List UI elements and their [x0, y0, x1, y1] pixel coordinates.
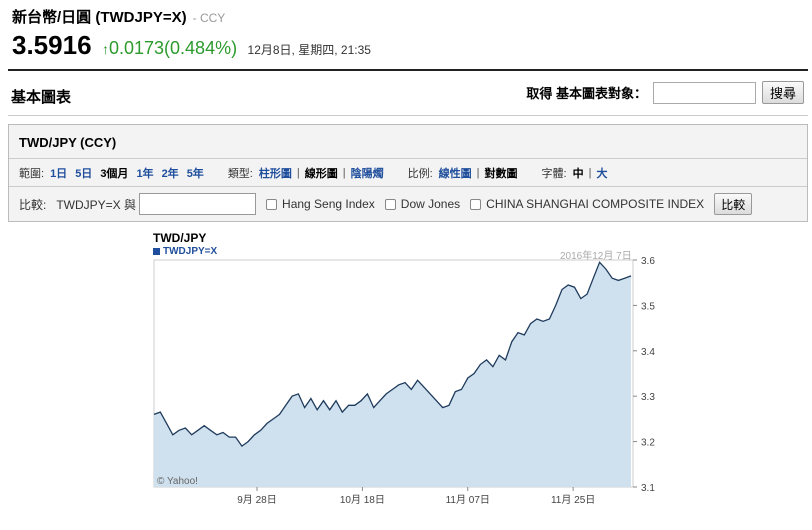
y-tick-label: 3.3	[641, 392, 655, 403]
quote-change: ↑0.0173(0.484%)	[102, 38, 237, 59]
range-option-2y[interactable]: 2年	[162, 165, 179, 181]
font-label: 字體:	[541, 167, 567, 180]
section-divider	[8, 115, 808, 116]
quote-price-row: 3.5916 ↑0.0173(0.484%) 12月8日, 星期四, 21:35	[12, 30, 371, 61]
section-title: 基本圖表	[11, 88, 72, 106]
quote-title: 新台幣/日圓 (TWDJPY=X) - CCY	[12, 6, 802, 27]
checkbox-icon[interactable]	[384, 198, 396, 210]
range-option-1d[interactable]: 1日	[50, 165, 67, 181]
type-option-line[interactable]: 線形圖	[305, 165, 338, 181]
range-label: 範圍:	[19, 167, 45, 180]
checkbox-icon[interactable]	[266, 198, 278, 210]
compare-shanghai-label: CHINA SHANGHAI COMPOSITE INDEX	[486, 197, 705, 211]
compare-dow-jones-label: Dow Jones	[400, 197, 461, 211]
scale-option-log[interactable]: 對數圖	[485, 165, 518, 181]
range-option-1y[interactable]: 1年	[136, 165, 153, 181]
options-row: 範圍: 1日 5日 3個月 1年 2年 5年 類型: 柱形圖 | 線形圖 | 陰陽燭…	[9, 159, 807, 187]
compare-hang-seng-label: Hang Seng Index	[282, 197, 375, 211]
checkbox-icon[interactable]	[470, 198, 482, 210]
search-label: 取得 基本圖表對象：	[526, 86, 647, 101]
chart-options-panel: TWD/JPY (CCY) 範圍: 1日 5日 3個月 1年 2年 5年 類型:…	[8, 124, 808, 222]
chart-canvas: 3.6 3.5 3.4 3.3 3.2 3.1 9月 28日 10月 18日 11月 07日 11…	[153, 256, 655, 506]
font-option-medium[interactable]: 中	[573, 165, 584, 181]
x-tick-label: 9月 28日	[237, 494, 276, 506]
legend-label: TWDJPY=X	[163, 246, 218, 257]
range-option-5y[interactable]: 5年	[187, 165, 204, 181]
y-tick-label: 3.4	[641, 347, 655, 358]
quote-price: 3.5916	[12, 30, 92, 60]
compare-hang-seng[interactable]: Hang Seng Index	[266, 197, 375, 211]
compare-label: 比較:	[19, 197, 47, 212]
compare-row: 比較: TWDJPY=X 與 Hang Seng Index Dow Jones…	[9, 187, 807, 221]
x-tick-label: 11月 07日	[446, 494, 490, 506]
type-option-bar[interactable]: 柱形圖	[259, 165, 292, 181]
header-divider	[8, 69, 808, 71]
scale-option-linear[interactable]: 線性圖	[439, 165, 472, 181]
range-option-3m[interactable]: 3個月	[100, 165, 128, 181]
quote-exchange: - CCY	[192, 11, 226, 25]
type-option-candle[interactable]: 陰陽燭	[351, 165, 384, 181]
compare-dow-jones[interactable]: Dow Jones	[384, 197, 461, 211]
panel-title: TWD/JPY (CCY)	[9, 125, 807, 159]
arrow-up-icon: ↑	[101, 41, 109, 57]
chart-title: TWD/JPY	[153, 231, 207, 245]
chart-credit: © Yahoo!	[157, 476, 198, 487]
compare-symbol: TWDJPY=X 與	[56, 197, 137, 212]
range-option-5d[interactable]: 5日	[75, 165, 92, 181]
quote-header: 新台幣/日圓 (TWDJPY=X) - CCY 3.5916 ↑0.0173(0.…	[12, 6, 802, 60]
scale-label: 比例:	[407, 167, 433, 180]
x-tick-label: 10月 18日	[340, 494, 385, 506]
search-input[interactable]	[652, 81, 756, 104]
quote-name: 新台幣/日圓 (TWDJPY=X)	[12, 9, 187, 26]
price-chart: 3.6 3.5 3.4 3.3 3.2 3.1 9月 28日 10月 18日 11月 07日 11…	[150, 228, 670, 518]
quote-change-value: 0.0173(0.484%)	[108, 38, 238, 58]
compare-input[interactable]	[139, 193, 257, 215]
chart-search: 取得 基本圖表對象： 搜尋	[526, 81, 804, 104]
y-tick-label: 3.5	[641, 301, 655, 312]
y-tick-label: 3.2	[641, 438, 655, 449]
legend-swatch	[153, 248, 160, 255]
y-tick-label: 3.6	[641, 256, 655, 267]
chart-legend: TWDJPY=X	[153, 246, 217, 257]
compare-button[interactable]: 比較	[714, 193, 753, 215]
quote-time: 12月8日, 星期四, 21:35	[247, 43, 371, 57]
search-button[interactable]: 搜尋	[761, 81, 804, 104]
type-label: 類型:	[227, 167, 253, 180]
y-tick-label: 3.1	[641, 483, 655, 494]
x-tick-label: 11月 25日	[551, 494, 595, 506]
chart-date: 2016年12月 7日	[560, 251, 632, 262]
compare-shanghai[interactable]: CHINA SHANGHAI COMPOSITE INDEX	[470, 197, 704, 211]
font-option-large[interactable]: 大	[596, 165, 607, 181]
